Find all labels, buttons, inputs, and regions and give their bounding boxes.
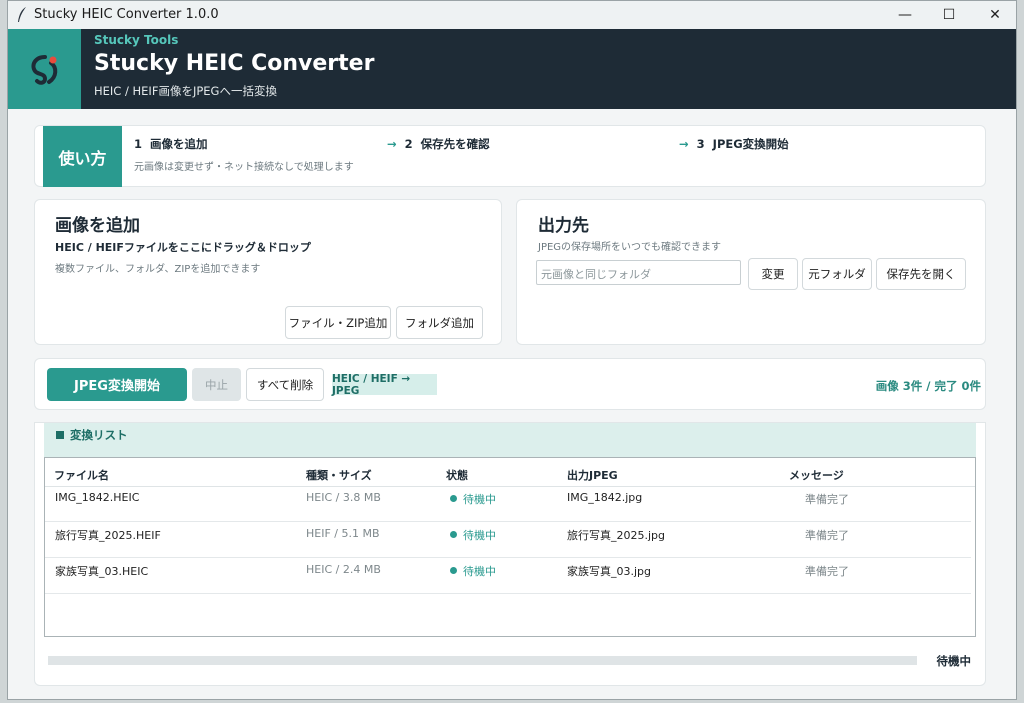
step-2: → 2 保存先を確認 [387, 136, 490, 152]
progress-bar [48, 656, 917, 665]
add-files-zip-button[interactable]: ファイル・ZIP追加 [285, 306, 391, 339]
step-number: 1 [134, 137, 143, 151]
cell-message: 準備完了 [805, 565, 849, 578]
cell-message: 準備完了 [805, 529, 849, 542]
add-folder-button[interactable]: フォルダ追加 [396, 306, 483, 339]
arrow-right-icon: → [679, 137, 689, 151]
app-title: Stucky HEIC Converter [94, 51, 375, 76]
step-label: 保存先を確認 [420, 137, 490, 151]
list-title: 変換リスト [56, 427, 128, 443]
add-images-panel[interactable]: 画像を追加 HEIC / HEIFファイルをここにドラッグ＆ドロップ 複数ファイ… [34, 199, 502, 345]
status-label: 待機中 [463, 565, 496, 578]
window-title: Stucky HEIC Converter 1.0.0 [34, 7, 219, 22]
status-label: 待機中 [463, 529, 496, 542]
format-badge: HEIC / HEIF → JPEG [332, 373, 437, 397]
minimize-button[interactable]: — [882, 1, 928, 29]
cell-status: 待機中 [450, 563, 496, 579]
output-path-field[interactable]: 元画像と同じフォルダ [536, 260, 741, 285]
table-row[interactable]: 旅行写真_2025.HEIF HEIF / 5.1 MB 待機中 旅行写真_20… [45, 522, 971, 558]
status-dot-icon [450, 495, 457, 502]
column-header-output[interactable]: 出力JPEG [567, 467, 618, 483]
cell-filename: 家族写真_03.HEIC [55, 565, 149, 578]
start-conversion-button[interactable]: JPEG変換開始 [47, 368, 187, 401]
arrow-right-icon: → [387, 137, 397, 151]
drop-zone-text: HEIC / HEIFファイルをここにドラッグ＆ドロップ [55, 241, 311, 254]
cell-type-size: HEIC / 2.4 MB [306, 563, 381, 576]
list-title-label: 変換リスト [70, 428, 128, 442]
cell-type-size: HEIF / 5.1 MB [306, 527, 380, 540]
howto-note: 元画像は変更せず・ネット接続なしで処理します [134, 162, 354, 173]
maximize-button[interactable]: ☐ [926, 1, 972, 29]
step-number: 2 [404, 137, 413, 151]
cell-status: 待機中 [450, 491, 496, 507]
step-number: 3 [696, 137, 705, 151]
square-icon [56, 431, 64, 439]
clear-all-button[interactable]: すべて削除 [246, 368, 324, 401]
conversion-list-panel: 変換リスト ファイル名 種類・サイズ 状態 出力JPEG メッセージ IMG_1… [34, 422, 986, 686]
progress-status: 待機中 [936, 654, 972, 668]
source-folder-button[interactable]: 元フォルダ [802, 258, 872, 290]
cell-filename: 旅行写真_2025.HEIF [55, 529, 161, 542]
status-dot-icon [450, 531, 457, 538]
step-label: JPEG変換開始 [712, 137, 789, 151]
title-bar[interactable]: Stucky HEIC Converter 1.0.0 — ☐ ✕ [8, 1, 1016, 29]
cell-output: 旅行写真_2025.jpg [567, 529, 666, 542]
step-1: 1 画像を追加 [134, 136, 208, 152]
logo-icon [30, 55, 57, 85]
output-title: 出力先 [538, 216, 589, 236]
output-panel: 出力先 JPEGの保存場所をいつでも確認できます 元画像と同じフォルダ 変更 元… [516, 199, 986, 345]
app-header: Stucky Tools Stucky HEIC Converter HEIC … [8, 29, 1016, 109]
column-header-message[interactable]: メッセージ [789, 467, 844, 483]
open-destination-button[interactable]: 保存先を開く [876, 258, 966, 290]
column-header-filename[interactable]: ファイル名 [54, 467, 109, 483]
list-header: 変換リスト [44, 423, 976, 457]
conversion-table[interactable]: ファイル名 種類・サイズ 状態 出力JPEG メッセージ IMG_1842.HE… [44, 457, 976, 637]
add-images-title: 画像を追加 [55, 216, 140, 236]
step-3: → 3 JPEG変換開始 [679, 136, 789, 152]
status-dot-icon [450, 567, 457, 574]
feather-icon [18, 7, 26, 22]
table-row[interactable]: IMG_1842.HEIC HEIC / 3.8 MB 待機中 IMG_1842… [45, 486, 971, 522]
close-button[interactable]: ✕ [972, 1, 1016, 29]
image-count: 画像 3件 / 完了 0件 [875, 379, 981, 393]
column-header-type-size[interactable]: 種類・サイズ [306, 467, 372, 483]
app-window: Stucky HEIC Converter 1.0.0 — ☐ ✕ Stucky… [7, 0, 1017, 700]
cell-output: IMG_1842.jpg [567, 491, 643, 504]
table-row[interactable]: 家族写真_03.HEIC HEIC / 2.4 MB 待機中 家族写真_03.j… [45, 558, 971, 594]
brand-name: Stucky Tools [94, 33, 179, 47]
cell-output: 家族写真_03.jpg [567, 565, 652, 578]
stop-button[interactable]: 中止 [192, 368, 241, 401]
cell-filename: IMG_1842.HEIC [55, 491, 140, 504]
column-header-status[interactable]: 状態 [446, 467, 468, 483]
howto-panel: 使い方 1 画像を追加 → 2 保存先を確認 → 3 JPEG変換開始 元画像は変更… [34, 125, 986, 187]
app-subtitle: HEIC / HEIF画像をJPEGへ一括変換 [94, 84, 277, 98]
action-bar: JPEG変換開始 中止 すべて削除 HEIC / HEIF → JPEG 画像 … [34, 358, 986, 410]
step-label: 画像を追加 [150, 137, 208, 151]
change-output-button[interactable]: 変更 [748, 258, 798, 290]
howto-badge: 使い方 [43, 126, 122, 187]
add-images-note: 複数ファイル、フォルダ、ZIPを追加できます [55, 264, 261, 275]
cell-status: 待機中 [450, 527, 496, 543]
cell-message: 準備完了 [805, 493, 849, 506]
app-logo [8, 29, 81, 109]
status-label: 待機中 [463, 493, 496, 506]
output-note: JPEGの保存場所をいつでも確認できます [538, 242, 722, 253]
cell-type-size: HEIC / 3.8 MB [306, 491, 381, 504]
